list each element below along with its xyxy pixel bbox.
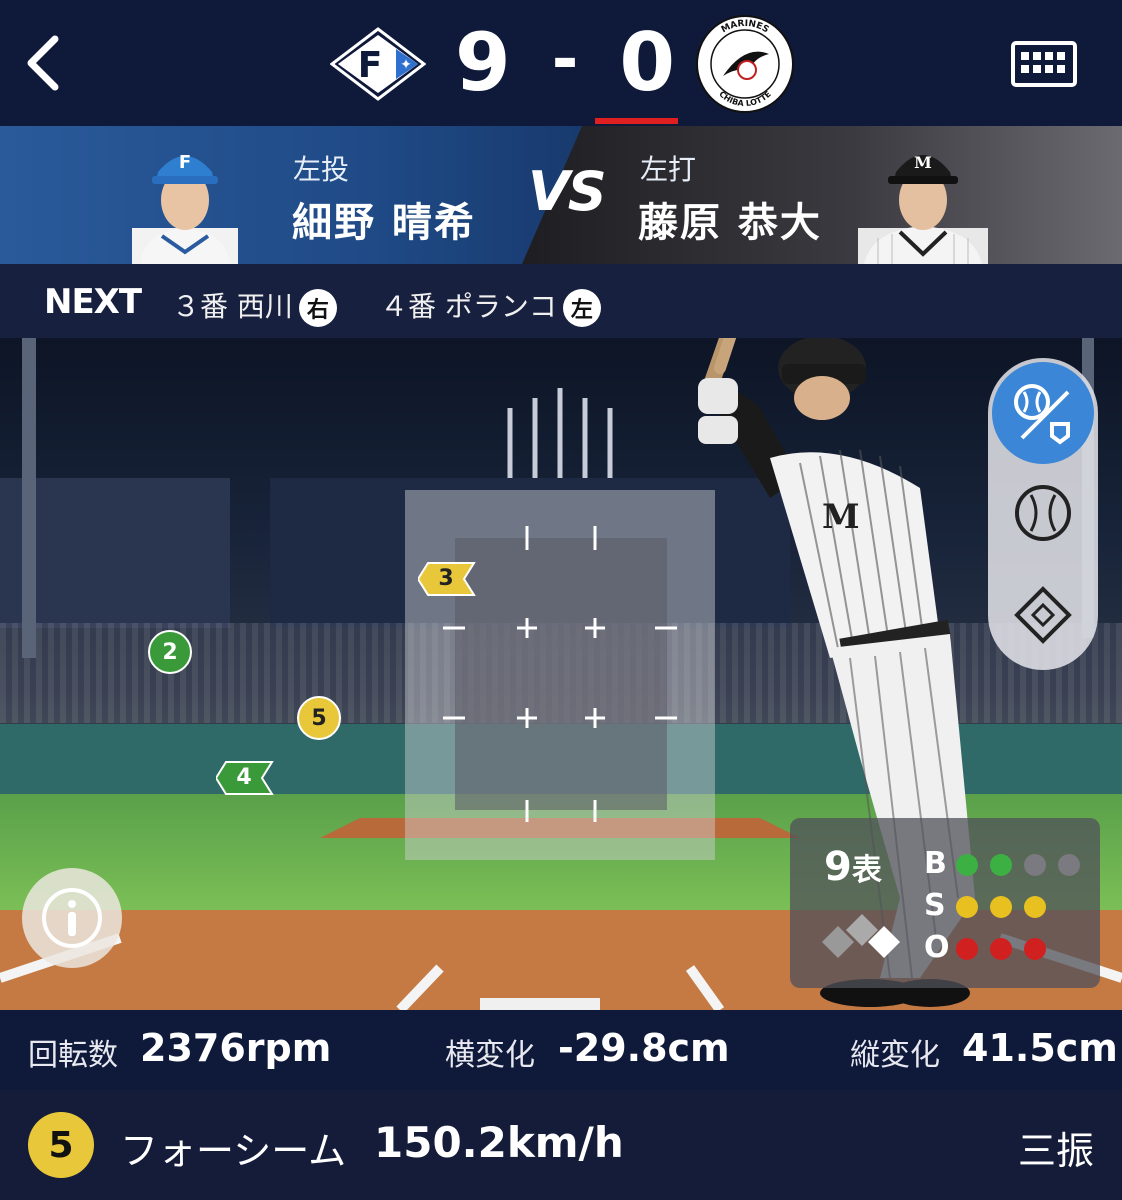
field-view: 2 3 4 5 M 9表 B S O bbox=[0, 338, 1122, 1010]
strike-zone-grid bbox=[443, 526, 677, 822]
vertical-break-value: 41.5cm bbox=[962, 1026, 1118, 1070]
ball-light bbox=[956, 854, 978, 876]
strike-light bbox=[1024, 896, 1046, 918]
score: 9 - 0 bbox=[455, 12, 675, 112]
view-pitch-zone-button[interactable] bbox=[992, 362, 1094, 464]
pitch-marker-3[interactable]: 3 bbox=[418, 561, 476, 596]
next-batter-2-order: ４番 ポランコ bbox=[380, 290, 557, 323]
ball-and-zone-icon bbox=[1014, 384, 1070, 445]
batter-name: 藤原 恭大 bbox=[638, 200, 822, 246]
batter-photo: M bbox=[858, 128, 988, 264]
chevron-left-icon bbox=[27, 35, 59, 91]
next-batter-1: ３番 西川右 bbox=[172, 285, 337, 327]
view-field-button[interactable] bbox=[992, 564, 1094, 666]
spin-rate-label: 回転数 bbox=[28, 1038, 118, 1073]
svg-text:M: M bbox=[822, 497, 860, 537]
next-batter-1-hand: 右 bbox=[298, 289, 337, 327]
inning-half: 表 bbox=[851, 853, 882, 888]
next-batter-2-hand: 左 bbox=[562, 289, 601, 327]
pitch-marker-4[interactable]: 4 bbox=[216, 760, 274, 795]
count-panel: 9表 B S O bbox=[790, 818, 1100, 988]
scoreboard-icon bbox=[1011, 41, 1077, 87]
ball-light bbox=[1058, 854, 1080, 876]
batter-hand: 左打 bbox=[640, 153, 697, 186]
pitch-marker-3-label: 3 bbox=[438, 565, 454, 591]
strike-light bbox=[990, 896, 1012, 918]
info-icon bbox=[42, 888, 102, 948]
svg-text:F: F bbox=[179, 152, 191, 173]
ball-light bbox=[1024, 854, 1046, 876]
away-score: 0 bbox=[619, 15, 675, 109]
pitch-number-badge: 5 bbox=[28, 1112, 94, 1178]
home-team-logo: F ✦ bbox=[329, 27, 427, 101]
pitch-marker-4-label: 4 bbox=[236, 764, 252, 790]
next-batter-1-order: ３番 西川 bbox=[172, 290, 293, 323]
pitcher-name: 細野 晴希 bbox=[292, 200, 476, 246]
svg-text:M: M bbox=[914, 153, 932, 172]
next-label: NEXT bbox=[44, 282, 142, 322]
strikes-label: S bbox=[924, 888, 946, 923]
pitch-marker-2[interactable]: 2 bbox=[148, 630, 192, 674]
vs-label: VS bbox=[528, 160, 607, 223]
batter-panel bbox=[522, 126, 1122, 264]
pitch-speed: 150.2km/h bbox=[374, 1118, 624, 1167]
back-button[interactable] bbox=[18, 28, 68, 98]
home-score: 9 bbox=[455, 15, 511, 109]
inning-number: 9 bbox=[824, 844, 852, 890]
view-mode-panel bbox=[988, 358, 1098, 670]
pitch-type: フォーシーム bbox=[120, 1129, 347, 1173]
score-underline bbox=[595, 118, 678, 124]
out-light bbox=[990, 938, 1012, 960]
pitcher-hand: 左投 bbox=[293, 153, 350, 186]
horizontal-break-label: 横変化 bbox=[445, 1038, 535, 1073]
out-light bbox=[956, 938, 978, 960]
strike-light bbox=[956, 896, 978, 918]
out-light bbox=[1024, 938, 1046, 960]
vertical-break-label: 縦変化 bbox=[850, 1038, 940, 1073]
spin-rate-value: 2376rpm bbox=[140, 1026, 332, 1070]
score-separator: - bbox=[551, 23, 579, 97]
ball-light bbox=[990, 854, 1012, 876]
home-logo-letter: F bbox=[358, 45, 383, 86]
next-batter-2: ４番 ポランコ左 bbox=[380, 285, 601, 327]
inning: 9表 bbox=[824, 844, 882, 890]
at-bat-result: 三振 bbox=[1018, 1129, 1095, 1173]
baseball-icon bbox=[1015, 485, 1071, 541]
pitcher-photo: F bbox=[132, 128, 238, 264]
pitch-marker-5[interactable]: 5 bbox=[297, 696, 341, 740]
base-runners bbox=[822, 914, 900, 958]
scoreboard-button[interactable] bbox=[1010, 40, 1078, 88]
info-button[interactable] bbox=[22, 868, 122, 968]
outs-label: O bbox=[924, 930, 950, 965]
diamond-field-icon bbox=[1014, 586, 1072, 644]
game-header: F ✦ 9 - 0 MARINES CHIBA LOTTE bbox=[0, 0, 1122, 126]
svg-text:✦: ✦ bbox=[400, 57, 412, 73]
view-pitch-button[interactable] bbox=[992, 462, 1094, 564]
away-team-logo: MARINES CHIBA LOTTE bbox=[695, 14, 795, 114]
balls-label: B bbox=[924, 846, 947, 881]
horizontal-break-value: -29.8cm bbox=[558, 1026, 730, 1070]
